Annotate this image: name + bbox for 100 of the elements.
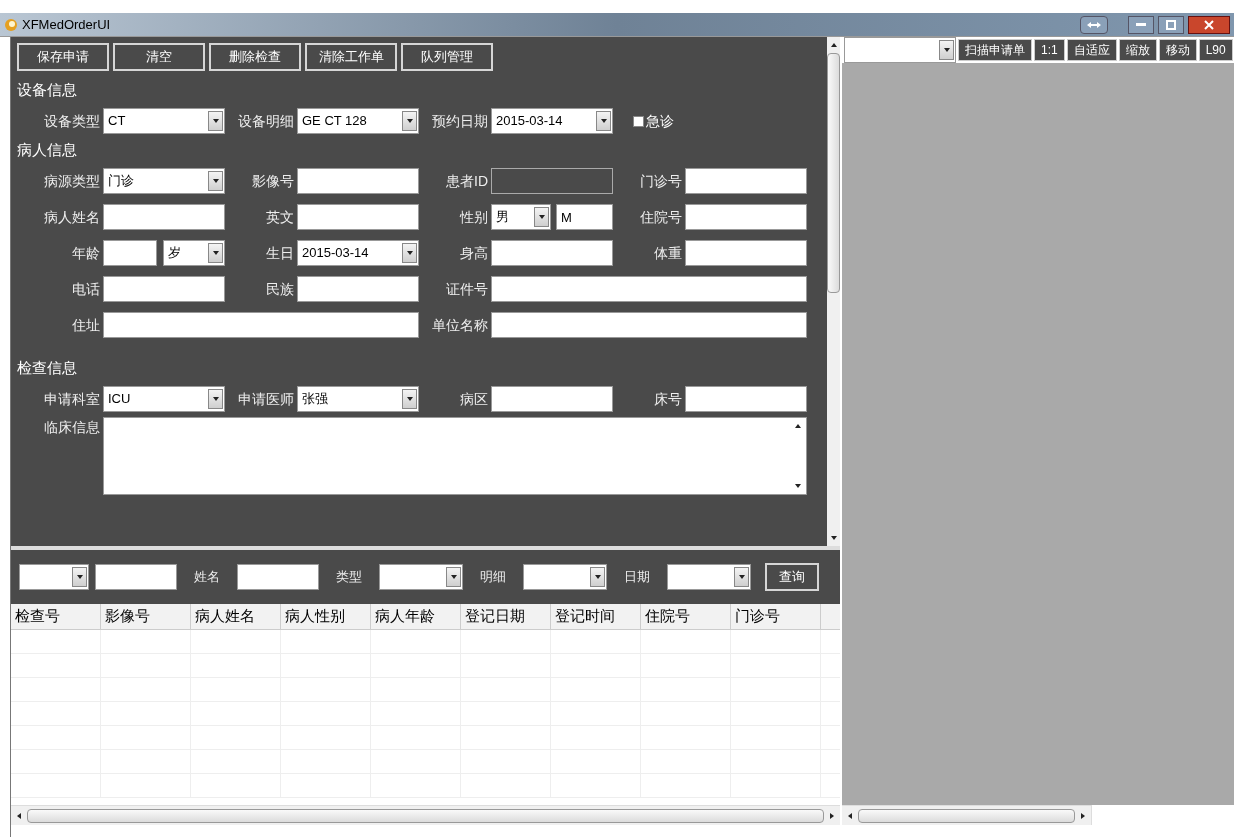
input-field[interactable] <box>491 386 613 412</box>
dropdown-field[interactable]: 张强 <box>297 386 419 412</box>
toolbar-button[interactable]: 清除工作单 <box>305 43 397 71</box>
toolbar-button[interactable]: 清空 <box>113 43 205 71</box>
scrollbar-thumb[interactable] <box>827 53 840 293</box>
viewer-button[interactable]: 缩放 <box>1118 39 1157 61</box>
resize-button[interactable] <box>1080 15 1108 34</box>
down-arrow-icon <box>829 534 838 542</box>
input-field[interactable] <box>103 240 157 266</box>
dropdown-field[interactable] <box>523 564 607 590</box>
dropdown-button[interactable] <box>208 111 223 131</box>
toolbar-button[interactable]: 保存申请 <box>17 43 109 71</box>
input-field[interactable] <box>297 168 419 194</box>
field-label: 电话 <box>71 279 100 299</box>
viewer-button[interactable]: 移动 <box>1158 39 1197 61</box>
field-label: 身高 <box>459 243 488 263</box>
dropdown-field[interactable] <box>667 564 751 590</box>
minimize-icon <box>1136 22 1146 27</box>
close-button[interactable] <box>1188 15 1230 34</box>
column-header[interactable]: 病人年龄 <box>371 604 461 629</box>
input-field[interactable] <box>103 204 225 230</box>
dropdown-field[interactable]: GE CT 128 <box>297 108 419 134</box>
minimize-button[interactable] <box>1128 15 1154 34</box>
input-field[interactable] <box>685 168 807 194</box>
scrollbar[interactable] <box>11 805 840 825</box>
field-label: 年龄 <box>71 243 100 263</box>
field-label: 生日 <box>265 243 294 263</box>
column-header[interactable]: 登记日期 <box>461 604 551 629</box>
viewer-button[interactable]: 扫描申请单 <box>958 39 1032 61</box>
dropdown-button[interactable] <box>402 389 417 409</box>
viewer-button[interactable]: 1:1 <box>1034 39 1065 61</box>
viewer-button[interactable]: 自适应 <box>1066 39 1117 61</box>
dropdown-field[interactable]: CT <box>103 108 225 134</box>
down-arrow-icon <box>405 117 414 125</box>
down-arrow-icon <box>737 573 746 581</box>
dropdown-field[interactable]: 门诊 <box>103 168 225 194</box>
input-field[interactable] <box>95 564 177 590</box>
field-label: 病人姓名 <box>43 207 100 227</box>
field-label: 民族 <box>265 279 294 299</box>
close-icon <box>1204 19 1214 30</box>
dropdown-button[interactable] <box>939 40 954 60</box>
toolbar-button[interactable]: 删除检查 <box>209 43 301 71</box>
input-field[interactable] <box>491 312 807 338</box>
column-header[interactable]: 病人性别 <box>281 604 371 629</box>
dropdown-button[interactable] <box>734 567 749 587</box>
date-field[interactable]: 2015-03-14 <box>491 108 613 134</box>
input-field[interactable] <box>297 276 419 302</box>
dropdown-button[interactable] <box>590 567 605 587</box>
dropdown-button[interactable] <box>402 243 417 263</box>
dropdown-field[interactable] <box>844 37 956 63</box>
search-label: 姓名 <box>193 568 221 587</box>
up-arrow-icon <box>829 41 838 49</box>
input-field[interactable] <box>297 204 419 230</box>
dropdown-button[interactable] <box>596 111 611 131</box>
column-header[interactable]: 病人姓名 <box>191 604 281 629</box>
dropdown-button[interactable] <box>446 567 461 587</box>
viewer-button[interactable]: L90 <box>1198 39 1233 61</box>
input-field[interactable]: M <box>556 204 613 230</box>
input-field[interactable] <box>685 204 807 230</box>
dropdown-button[interactable] <box>208 243 223 263</box>
down-arrow-icon <box>211 177 220 185</box>
toolbar-button[interactable]: 队列管理 <box>401 43 493 71</box>
input-field[interactable] <box>685 240 807 266</box>
dropdown-field[interactable]: 岁 <box>163 240 225 266</box>
checkbox[interactable] <box>633 115 644 127</box>
date-field[interactable]: 2015-03-14 <box>297 240 419 266</box>
query-button[interactable]: 查询 <box>765 563 819 591</box>
dropdown-button[interactable] <box>208 171 223 191</box>
field-label: 预约日期 <box>431 111 488 131</box>
input-field[interactable] <box>103 312 419 338</box>
dropdown-button[interactable] <box>72 567 87 587</box>
down-arrow-icon <box>593 573 602 581</box>
input-field[interactable] <box>103 276 225 302</box>
maximize-button[interactable] <box>1158 15 1184 34</box>
input-field[interactable] <box>491 240 613 266</box>
section-title: 检查信息 <box>17 358 78 378</box>
scrollbar[interactable] <box>842 805 1092 825</box>
input-field[interactable] <box>237 564 319 590</box>
column-header[interactable]: 检查号 <box>11 604 101 629</box>
column-header[interactable]: 门诊号 <box>731 604 821 629</box>
section-title: 病人信息 <box>17 140 78 160</box>
field-label: 性别 <box>458 207 488 227</box>
scrollbar[interactable] <box>827 37 840 546</box>
input-field[interactable] <box>685 386 807 412</box>
scrollbar-thumb[interactable] <box>858 808 1075 823</box>
dropdown-field[interactable]: 男 <box>491 204 551 230</box>
input-field[interactable] <box>491 276 807 302</box>
app-icon <box>4 17 18 32</box>
scrollbar-thumb[interactable] <box>27 808 824 823</box>
column-header[interactable]: 影像号 <box>101 604 191 629</box>
dropdown-field[interactable]: ICU <box>103 386 225 412</box>
field-label: 单位名称 <box>431 315 488 335</box>
dropdown-button[interactable] <box>208 389 223 409</box>
dropdown-button[interactable] <box>402 111 417 131</box>
column-header[interactable]: 登记时间 <box>551 604 641 629</box>
column-header[interactable]: 住院号 <box>641 604 731 629</box>
text-area[interactable] <box>103 417 807 495</box>
dropdown-button[interactable] <box>534 207 549 227</box>
dropdown-field[interactable] <box>379 564 463 590</box>
dropdown-field[interactable] <box>19 564 89 590</box>
